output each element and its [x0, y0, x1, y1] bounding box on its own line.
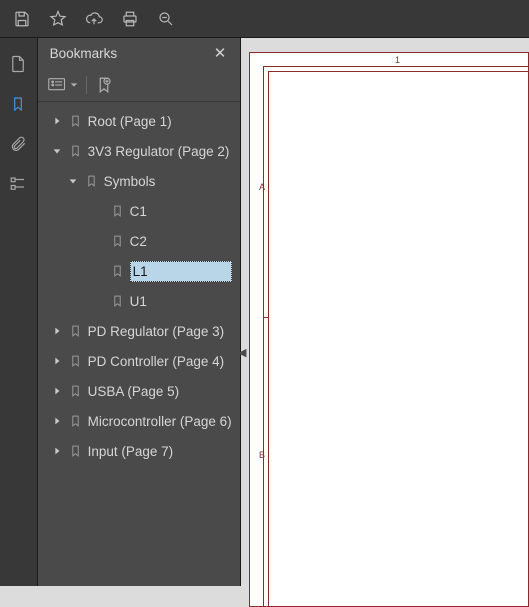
bookmark-icon: [68, 113, 84, 129]
panel-header: Bookmarks ✕: [38, 38, 240, 68]
row-label-a: A: [259, 182, 265, 192]
bookmark-label: 3V3 Regulator (Page 2): [88, 144, 230, 159]
bookmark-label: Input (Page 7): [88, 444, 174, 459]
sidebar-attachments-button[interactable]: [2, 128, 34, 160]
chevron-right-icon[interactable]: [50, 356, 64, 366]
document-viewport[interactable]: ◀ 1 A B: [241, 38, 529, 586]
bookmark-label: Microcontroller (Page 6): [88, 414, 232, 429]
bookmark-label: Root (Page 1): [88, 114, 172, 129]
bookmark-icon: [110, 293, 126, 309]
bookmark-icon: [68, 383, 84, 399]
document-page: 1 A B: [249, 52, 529, 607]
panel-close-button[interactable]: ✕: [210, 43, 230, 63]
bookmark-label: PD Regulator (Page 3): [88, 324, 225, 339]
favorite-button[interactable]: [42, 4, 74, 34]
bookmark-item[interactable]: L1: [38, 256, 240, 286]
bookmark-label: L1: [131, 264, 148, 279]
bookmark-item[interactable]: C1: [38, 196, 240, 226]
chevron-right-icon[interactable]: [50, 386, 64, 396]
bookmark-icon: [68, 443, 84, 459]
bookmark-label: PD Controller (Page 4): [88, 354, 225, 369]
chevron-right-icon[interactable]: [50, 446, 64, 456]
chevron-right-icon[interactable]: [50, 326, 64, 336]
bookmark-label: Symbols: [104, 174, 156, 189]
bookmark-item[interactable]: C2: [38, 226, 240, 256]
main-area: Bookmarks ✕ Root (Page 1) 3V3 Regulator (…: [0, 38, 529, 586]
save-button[interactable]: [6, 4, 38, 34]
bookmark-icon: [110, 203, 126, 219]
sidebar-document-button[interactable]: [2, 48, 34, 80]
row-label-b: B: [259, 450, 265, 460]
bookmark-icon: [84, 173, 100, 189]
print-button[interactable]: [114, 4, 146, 34]
bookmarks-panel: Bookmarks ✕ Root (Page 1) 3V3 Regulator (…: [38, 38, 241, 586]
panel-toolbar: [38, 68, 240, 102]
bookmark-item[interactable]: PD Controller (Page 4): [38, 346, 240, 376]
cloud-upload-button[interactable]: [78, 4, 110, 34]
left-sidebar: [0, 38, 38, 586]
chevron-down-icon[interactable]: [50, 146, 64, 156]
bookmark-item[interactable]: Input (Page 7): [38, 436, 240, 466]
panel-title: Bookmarks: [50, 46, 118, 61]
column-label-1: 1: [395, 55, 400, 65]
bookmark-item[interactable]: U1: [38, 286, 240, 316]
bookmark-icon: [68, 143, 84, 159]
bookmarks-tree[interactable]: Root (Page 1) 3V3 Regulator (Page 2) Symbo…: [38, 102, 240, 586]
top-toolbar: [0, 0, 529, 38]
bookmark-item[interactable]: Symbols: [38, 166, 240, 196]
bookmark-icon: [68, 413, 84, 429]
bookmark-item[interactable]: PD Regulator (Page 3): [38, 316, 240, 346]
add-bookmark-button[interactable]: [95, 75, 113, 95]
zoom-button[interactable]: [150, 4, 182, 34]
bookmark-item[interactable]: Root (Page 1): [38, 106, 240, 136]
bookmark-label: C2: [130, 234, 147, 249]
bookmark-item[interactable]: 3V3 Regulator (Page 2): [38, 136, 240, 166]
bookmark-label: C1: [130, 204, 147, 219]
bookmark-icon: [68, 323, 84, 339]
sidebar-bookmarks-button[interactable]: [2, 88, 34, 120]
bookmarks-options-button[interactable]: [48, 77, 78, 93]
bookmark-item[interactable]: Microcontroller (Page 6): [38, 406, 240, 436]
bookmark-icon: [110, 263, 126, 279]
chevron-right-icon[interactable]: [50, 116, 64, 126]
bookmark-icon: [68, 353, 84, 369]
bookmark-label: U1: [130, 294, 147, 309]
panel-collapse-handle[interactable]: ◀: [238, 346, 248, 356]
bookmark-label: USBA (Page 5): [88, 384, 180, 399]
toolbar-divider: [86, 76, 87, 94]
chevron-down-icon[interactable]: [66, 176, 80, 186]
bookmark-item[interactable]: USBA (Page 5): [38, 376, 240, 406]
chevron-right-icon[interactable]: [50, 416, 64, 426]
bookmark-icon: [110, 233, 126, 249]
sidebar-outline-button[interactable]: [2, 168, 34, 200]
